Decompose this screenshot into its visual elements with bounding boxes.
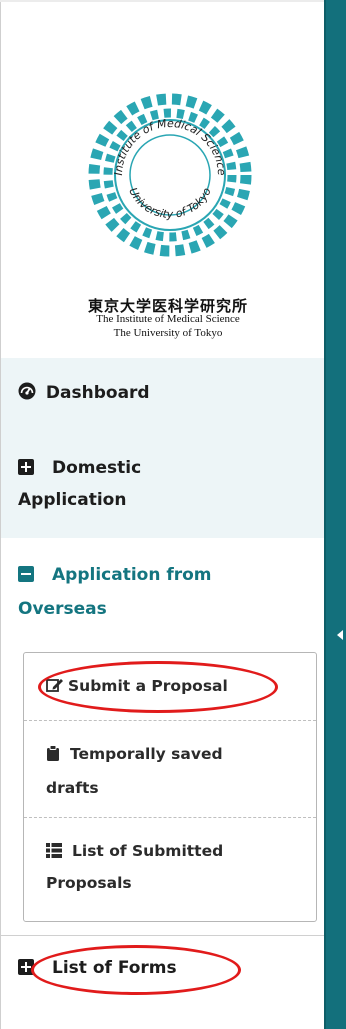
nav-dashboard-label: Dashboard [45, 383, 150, 403]
plus-square-icon [18, 959, 34, 975]
nav-list-of-forms[interactable]: List of Forms [18, 953, 177, 983]
section-divider [1, 935, 324, 936]
nav-domestic-label-line1: Domestic [52, 458, 142, 478]
plus-square-icon [18, 459, 34, 475]
edit-icon [46, 679, 63, 692]
logo-name-en-line2: The University of Tokyo [113, 327, 223, 339]
institute-logo: Institute of Medical Science University … [88, 93, 252, 257]
list-icon [46, 843, 62, 858]
dashboard-gauge-icon [18, 382, 36, 400]
minus-square-icon [18, 566, 34, 582]
nav-overseas-label-line2: Overseas [18, 599, 107, 619]
submenu-submitted-label-line1: List of Submitted [72, 842, 224, 860]
overseas-submenu: Submit a Proposal Temporally saved draft… [23, 652, 317, 922]
nav-application-overseas[interactable]: Application from [18, 560, 212, 590]
submenu-list-of-submitted-proposals[interactable]: List of Submitted Proposals [24, 818, 316, 921]
nav-domestic-application[interactable]: Domestic [18, 453, 141, 483]
submenu-submit-proposal[interactable]: Submit a Proposal [24, 653, 316, 719]
clipboard-icon [47, 745, 59, 761]
sidebar-collapse-bar[interactable] [324, 0, 346, 1029]
sidebar: Institute of Medical Science University … [0, 0, 324, 1029]
sidebar-top-border [0, 0, 324, 2]
submenu-drafts-label-line1: Temporally saved [70, 745, 223, 763]
nav-dashboard[interactable]: Dashboard [18, 378, 150, 408]
collapse-bar-edge [324, 0, 326, 1029]
nav-overseas-label-line1: Application from [52, 565, 212, 585]
nav-list-of-forms-label: List of Forms [52, 958, 177, 978]
logo-name-en-line1: The Institute of Medical Science [96, 313, 240, 325]
submenu-temporally-saved-drafts[interactable]: Temporally saved drafts [24, 721, 316, 817]
nav-domestic-label-line2: Application [18, 490, 127, 510]
caret-left-icon[interactable] [337, 630, 343, 640]
submenu-drafts-label-line2: drafts [46, 779, 99, 797]
submenu-submit-proposal-label: Submit a Proposal [68, 677, 228, 695]
submenu-submitted-label-line2: Proposals [46, 874, 132, 892]
